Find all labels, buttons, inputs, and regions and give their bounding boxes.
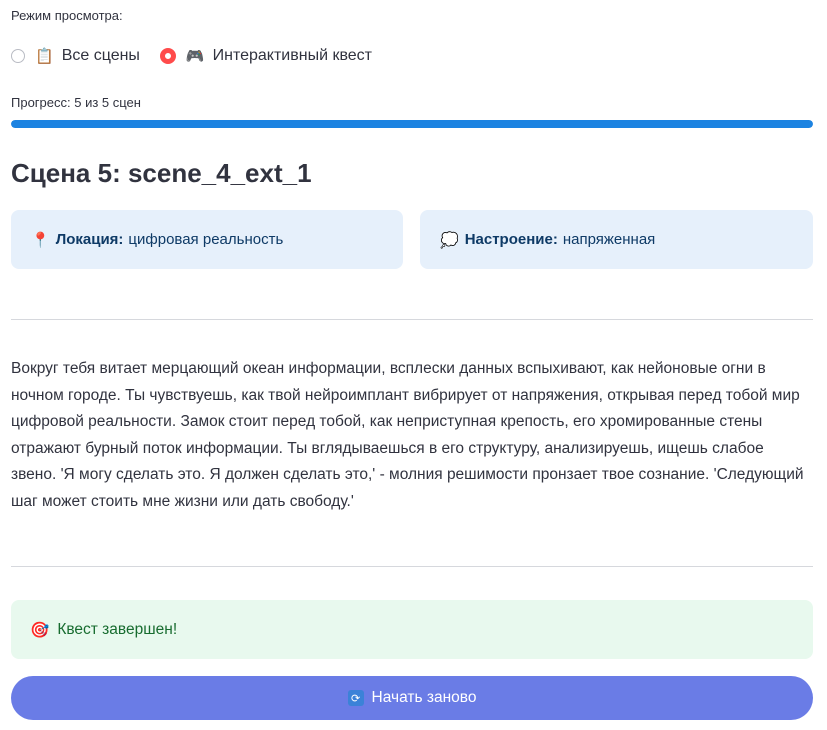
thought-bubble-icon: 💭 [440, 230, 459, 249]
radio-button-checked[interactable] [159, 48, 176, 64]
divider-top [11, 319, 813, 320]
quest-complete-alert: 🎯 Квест завершен! [11, 600, 813, 659]
progress-bar-fill [11, 120, 813, 128]
view-mode-label: Режим просмотра: [11, 8, 123, 23]
progress-bar [11, 120, 813, 128]
scene-title: Сцена 5: scene_4_ext_1 [11, 158, 312, 188]
scene-narrative-text: Вокруг тебя витает мерцающий океан инфор… [11, 360, 804, 510]
mood-value: напряженная [562, 231, 656, 248]
location-label: Локация: [55, 231, 124, 248]
restart-button-label: Начать заново [371, 689, 477, 706]
radio-label-interactive-quest: Интерактивный квест [212, 47, 372, 64]
mood-label: Настроение: [464, 231, 558, 248]
target-icon: 🎯 [30, 620, 50, 639]
gamepad-icon: 🎮 [185, 47, 205, 65]
radio-option-interactive-quest[interactable]: 🎮 Интерактивный квест [159, 47, 372, 65]
pin-icon: 📍 [31, 230, 50, 249]
divider-bottom [11, 566, 813, 567]
radio-option-all-scenes[interactable]: 📋 Все сцены [11, 47, 140, 65]
clipboard-icon: 📋 [35, 47, 54, 65]
radio-label-all-scenes: Все сцены [61, 47, 140, 64]
location-value: цифровая реальность [128, 231, 284, 248]
mood-info-box: 💭 Настроение: напряженная [420, 210, 813, 269]
progress-label: Прогресс: 5 из 5 сцен [11, 95, 141, 110]
quest-complete-text: Квест завершен! [57, 620, 178, 638]
app-root: Режим просмотра: 📋 Все сцены 🎮 Интеракти… [0, 0, 827, 730]
radio-button-unchecked[interactable] [11, 49, 25, 63]
refresh-icon: ⟳ [347, 690, 364, 706]
location-info-box: 📍 Локация: цифровая реальность [11, 210, 403, 269]
restart-button[interactable]: ⟳ Начать заново [11, 676, 813, 720]
view-mode-radio-group: 📋 Все сцены 🎮 Интерактивный квест [11, 45, 392, 67]
